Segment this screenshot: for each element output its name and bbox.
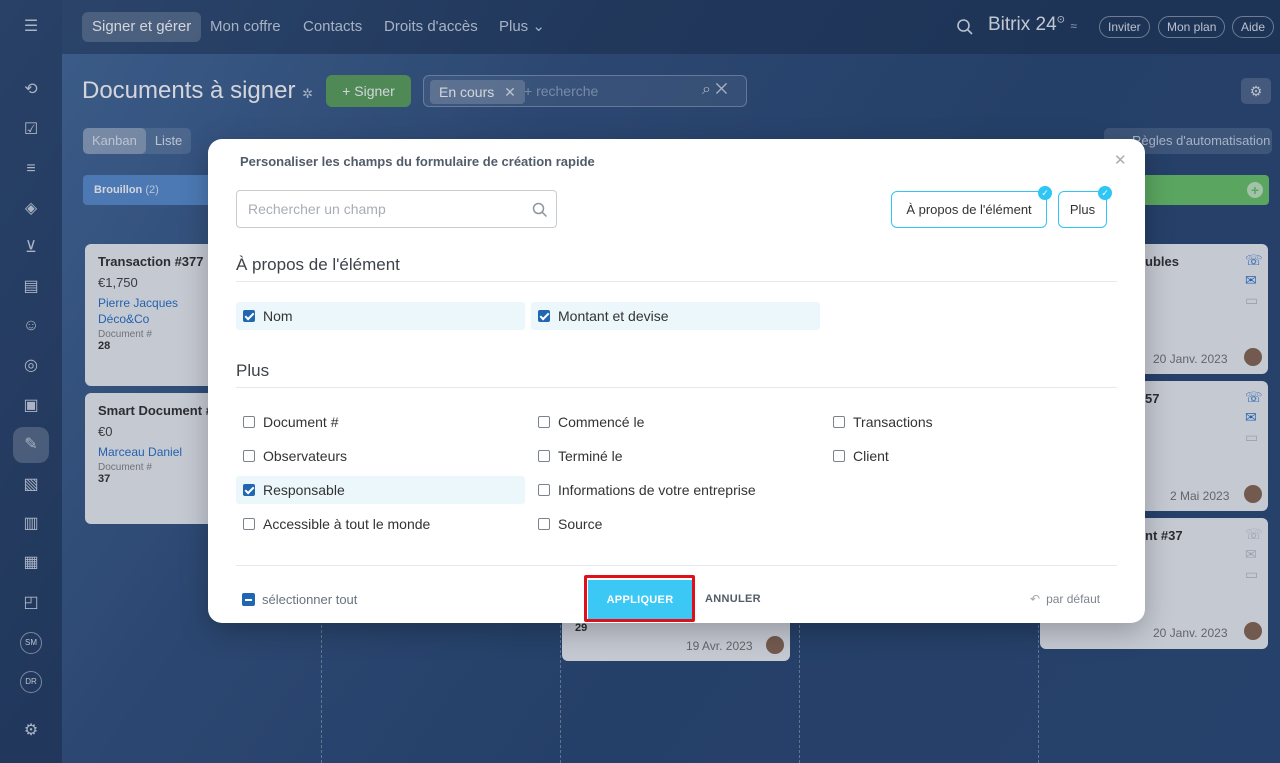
- section-title-about: À propos de l'élément: [236, 255, 400, 274]
- chip-about-element[interactable]: À propos de l'élément ✓: [891, 186, 1052, 228]
- field-option[interactable]: Nom: [236, 302, 525, 330]
- checkbox[interactable]: [538, 450, 550, 462]
- highlight-frame: [584, 575, 695, 622]
- reset-default-button[interactable]: ↶ par défaut: [1030, 592, 1100, 606]
- field-option[interactable]: Accessible à tout le monde: [236, 510, 525, 538]
- field-label: Accessible à tout le monde: [263, 516, 431, 532]
- cancel-button[interactable]: ANNULER: [705, 593, 761, 605]
- select-all-toggle[interactable]: sélectionner tout: [242, 593, 357, 607]
- checkbox[interactable]: [538, 416, 550, 428]
- checkbox[interactable]: [243, 416, 255, 428]
- checkbox[interactable]: [538, 310, 550, 322]
- chip-more[interactable]: Plus ✓: [1058, 186, 1112, 228]
- field-label: Commencé le: [558, 414, 645, 430]
- footer-divider: [236, 565, 1117, 566]
- close-icon[interactable]: ✕: [1114, 151, 1127, 169]
- section-title-more: Plus: [236, 361, 270, 380]
- checkbox[interactable]: [243, 484, 255, 496]
- field-option[interactable]: Source: [531, 510, 820, 538]
- dialog-title: Personaliser les champs du formulaire de…: [240, 154, 595, 169]
- field-label: Informations de votre entreprise: [558, 482, 756, 498]
- field-option[interactable]: Montant et devise: [531, 302, 820, 330]
- field-option[interactable]: Transactions: [826, 408, 1115, 436]
- field-option[interactable]: Client: [826, 442, 1115, 470]
- check-icon: ✓: [1098, 186, 1112, 200]
- checkbox[interactable]: [538, 518, 550, 530]
- field-label: Responsable: [263, 482, 345, 498]
- field-label: Nom: [263, 308, 293, 324]
- quick-form-fields-dialog: Personaliser les champs du formulaire de…: [208, 139, 1145, 623]
- field-option[interactable]: Responsable: [236, 476, 525, 504]
- field-label: Source: [558, 516, 603, 532]
- checkbox[interactable]: [243, 450, 255, 462]
- field-label: Document #: [263, 414, 339, 430]
- checkbox[interactable]: [243, 518, 255, 530]
- field-label: Client: [853, 448, 889, 464]
- field-option[interactable]: Terminé le: [531, 442, 820, 470]
- field-label: Montant et devise: [558, 308, 669, 324]
- checkbox[interactable]: [833, 416, 845, 428]
- undo-icon: ↶: [1030, 592, 1041, 606]
- field-label: Transactions: [853, 414, 933, 430]
- checkbox[interactable]: [243, 310, 255, 322]
- field-label: Terminé le: [558, 448, 623, 464]
- check-icon: ✓: [1038, 186, 1052, 200]
- divider: [236, 281, 1117, 282]
- checkbox[interactable]: [833, 450, 845, 462]
- search-icon[interactable]: [531, 201, 549, 219]
- field-option[interactable]: Informations de votre entreprise: [531, 476, 820, 504]
- field-option[interactable]: Commencé le: [531, 408, 820, 436]
- field-option[interactable]: Document #: [236, 408, 525, 436]
- partial-checkbox[interactable]: [242, 593, 255, 606]
- field-option[interactable]: Observateurs: [236, 442, 525, 470]
- divider: [236, 387, 1117, 388]
- field-search-input[interactable]: [237, 191, 517, 227]
- field-search[interactable]: [236, 190, 557, 228]
- field-label: Observateurs: [263, 448, 348, 464]
- checkbox[interactable]: [538, 484, 550, 496]
